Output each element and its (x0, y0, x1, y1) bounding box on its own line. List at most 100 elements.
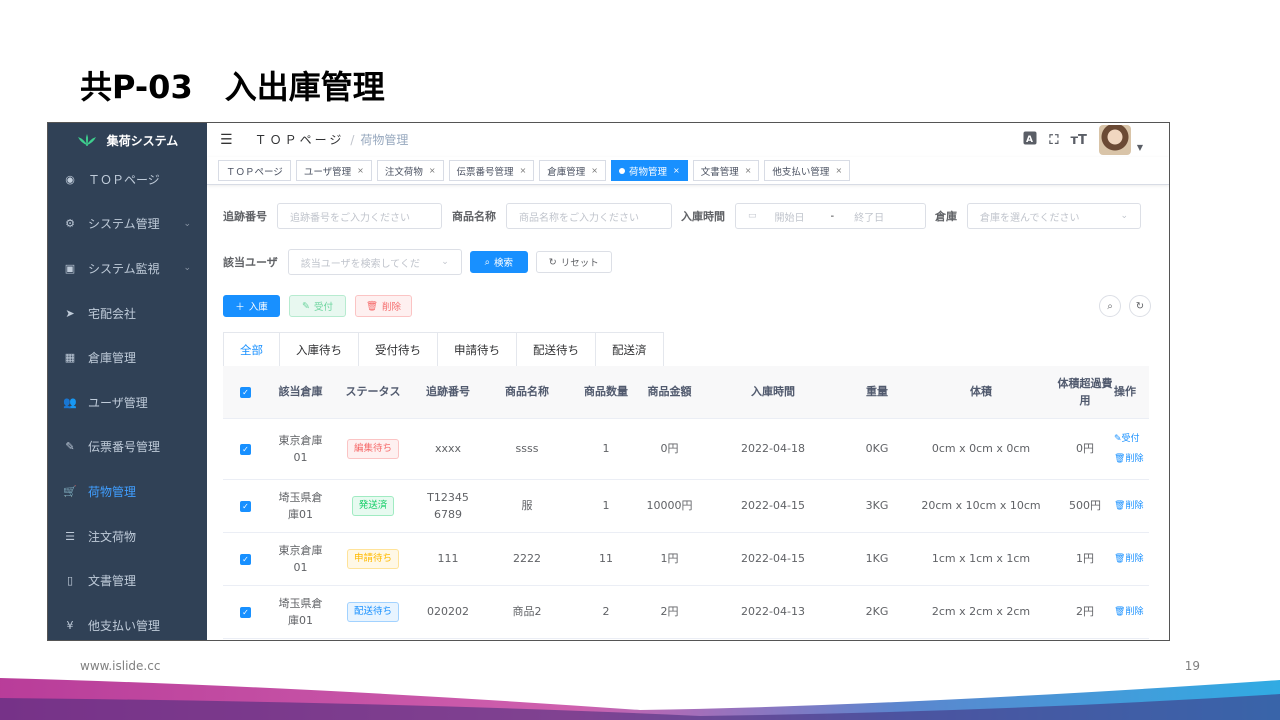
search-button[interactable]: ⌕ 検索 (469, 251, 528, 273)
add-inbound-button[interactable]: ＋ 入庫 (223, 295, 280, 317)
row-delete-link[interactable]: 🗑削除 (1114, 549, 1149, 569)
warehouse-select[interactable]: 倉庫を選んでください ⌄ (967, 203, 1141, 229)
search-button-label: 検索 (493, 258, 513, 269)
close-icon[interactable]: × (357, 166, 364, 175)
font-size-icon[interactable]: ᴛT (1070, 133, 1086, 148)
sidebar-item-4[interactable]: ▦ 倉庫管理 (48, 335, 207, 380)
tag-4[interactable]: 倉庫管理 × (539, 160, 606, 181)
tracking-cell: 020202 (413, 585, 483, 639)
close-icon[interactable]: × (520, 166, 527, 175)
tab-4[interactable]: 配送待ち (517, 333, 596, 366)
sidebar-item-10[interactable]: ¥ 他支払い管理 (48, 603, 207, 640)
search-icon: ⌕ (484, 256, 490, 268)
receive-button[interactable]: ✎ 受付 (289, 295, 346, 317)
toggle-search-button[interactable]: ⌕ (1099, 295, 1121, 317)
end-date[interactable]: 終了日 (854, 209, 884, 224)
tag-5[interactable]: 荷物管理 × (610, 160, 688, 181)
refresh-button[interactable]: ↻ (1129, 295, 1151, 317)
close-icon[interactable]: × (745, 166, 752, 175)
tab-1[interactable]: 入庫待ち (280, 333, 359, 366)
tag-0[interactable]: ＴＯＰページ (218, 160, 291, 181)
sidebar-item-6[interactable]: ✎ 伝票番号管理 (48, 425, 207, 470)
row-checkbox[interactable]: ✓ (223, 418, 268, 480)
tab-3[interactable]: 申請待ち (438, 333, 517, 366)
reset-button[interactable]: ↻ リセット (535, 251, 612, 273)
column-header: 商品名称 (483, 366, 571, 419)
user-select[interactable]: 該当ユーザを検索してくだ ⌄ (287, 249, 462, 275)
product-cell: 商品2 (483, 585, 571, 639)
users-icon: 👥 (63, 395, 77, 409)
product-input[interactable]: 商品名称をご入力ください (506, 203, 672, 229)
qty-cell: 2 (571, 585, 641, 639)
delete-button[interactable]: 🗑 削除 (355, 295, 412, 317)
avatar[interactable] (1098, 125, 1131, 155)
hamburger-icon[interactable]: ☰ (220, 132, 233, 148)
product-cell: ssss (483, 418, 571, 480)
table-row[interactable]: ✓ 埼玉県倉庫01 発送済 T123456789 服 1 10000円 2022-04-15 3… (223, 479, 1149, 533)
delete-button-label: 削除 (382, 302, 402, 313)
footer-url: www.islide.cc (80, 659, 161, 673)
row-checkbox[interactable]: ✓ (223, 479, 268, 533)
sidebar-item-7[interactable]: 🛒 荷物管理 (48, 469, 207, 514)
date-range-picker[interactable]: ▭ 開始日 - 終了日 (735, 203, 926, 229)
caret-down-icon[interactable]: ▼ (1137, 143, 1143, 152)
sidebar-item-2[interactable]: ▣ システム監視 ⌄ (48, 246, 207, 291)
sidebar-item-label: ユーザ管理 (88, 395, 148, 410)
tracking-input[interactable]: 追跡番号をご入力ください (277, 203, 442, 229)
row-delete-link[interactable]: 🗑削除 (1114, 449, 1149, 469)
add-button-label: 入庫 (248, 302, 268, 313)
table-header-row: ✓ 該当倉庫 ステータス 追跡番号 商品名称 商品数量 商品金額 入庫時間 重量 体積 体積超過費… (223, 366, 1149, 419)
sidebar-item-8[interactable]: ☰ 注文荷物 (48, 514, 207, 559)
table-row[interactable]: ✓ 東京倉庫01 申請待ち 111 2222 11 1円 2022-04-15 1KG 1cm x… (223, 532, 1149, 586)
sidebar-item-9[interactable]: ▯ 文書管理 (48, 558, 207, 603)
tag-2[interactable]: 注文荷物 × (376, 160, 444, 181)
qty-cell: 11 (571, 532, 641, 586)
product-cell: 服 (483, 479, 571, 533)
sidebar-logo[interactable]: 集荷システム (48, 123, 207, 157)
start-date[interactable]: 開始日 (775, 209, 819, 224)
tag-6[interactable]: 文書管理 × (692, 160, 760, 181)
row-receive-link[interactable]: ✎受付 (1114, 429, 1149, 449)
tag-label: 文書管理 (700, 166, 739, 178)
row-delete-link[interactable]: 🗑削除 (1114, 496, 1149, 516)
tag-3[interactable]: 伝票番号管理 × (448, 160, 535, 181)
tag-label: 荷物管理 (628, 166, 667, 178)
dashboard-icon: ◉ (65, 172, 75, 186)
sidebar-item-1[interactable]: ⚙ システム管理 ⌄ (48, 202, 207, 247)
close-icon[interactable]: × (429, 166, 436, 175)
select-all-checkbox[interactable]: ✓ (223, 366, 268, 419)
volume-cell: 2cm x 2cm x 2cm (906, 585, 1056, 639)
sidebar-item-5[interactable]: 👥 ユーザ管理 (48, 380, 207, 425)
status-badge: 申請待ち (346, 548, 399, 569)
sidebar-item-3[interactable]: ➤ 宅配会社 (48, 291, 207, 336)
translate-icon[interactable]: A (1023, 131, 1037, 149)
sidebar-item-0[interactable]: ◉ ＴＯＰページ (48, 157, 207, 202)
close-icon[interactable]: × (835, 166, 842, 175)
warehouse-placeholder: 倉庫を選んでください (980, 212, 1080, 224)
fee-cell: 2円 (1056, 585, 1114, 639)
tab-0[interactable]: 全部 (224, 333, 280, 366)
table-row[interactable]: ✓ 埼玉県倉庫01 配送待ち 020202 商品2 2 2円 2022-04-13 2KG 2cm… (223, 585, 1149, 639)
close-icon[interactable]: × (591, 166, 598, 175)
tag-7[interactable]: 他支払い管理 × (764, 160, 851, 181)
sidebar-item-label: 荷物管理 (88, 484, 137, 499)
tag-1[interactable]: ユーザ管理 × (295, 160, 372, 181)
operations-cell: ✎受付 🗑削除 (1114, 418, 1149, 480)
svg-text:A: A (1026, 135, 1033, 145)
tag-label: 注文荷物 (384, 166, 423, 178)
status-cell: 申請待ち (333, 532, 413, 586)
row-checkbox[interactable]: ✓ (223, 532, 268, 586)
sidebar-item-label: システム管理 (88, 217, 160, 232)
table-row[interactable]: ✓ 東京倉庫01 編集待ち xxxx ssss 1 0円 2022-04-18 0KG 0cm x… (223, 418, 1149, 480)
tag-label: 倉庫管理 (547, 166, 586, 178)
tab-2[interactable]: 受付待ち (359, 333, 438, 366)
column-header: 体積超過費用 (1056, 366, 1114, 419)
breadcrumb-root[interactable]: ＴＯＰページ (255, 131, 345, 148)
tab-5[interactable]: 配送済 (596, 333, 663, 366)
chevron-down-icon: ⌄ (1120, 211, 1128, 221)
row-checkbox[interactable]: ✓ (223, 585, 268, 639)
fullscreen-icon[interactable]: ⛶ (1049, 133, 1058, 148)
weight-cell: 2KG (848, 585, 906, 639)
close-icon[interactable]: × (673, 166, 680, 175)
row-delete-link[interactable]: 🗑削除 (1114, 602, 1149, 622)
